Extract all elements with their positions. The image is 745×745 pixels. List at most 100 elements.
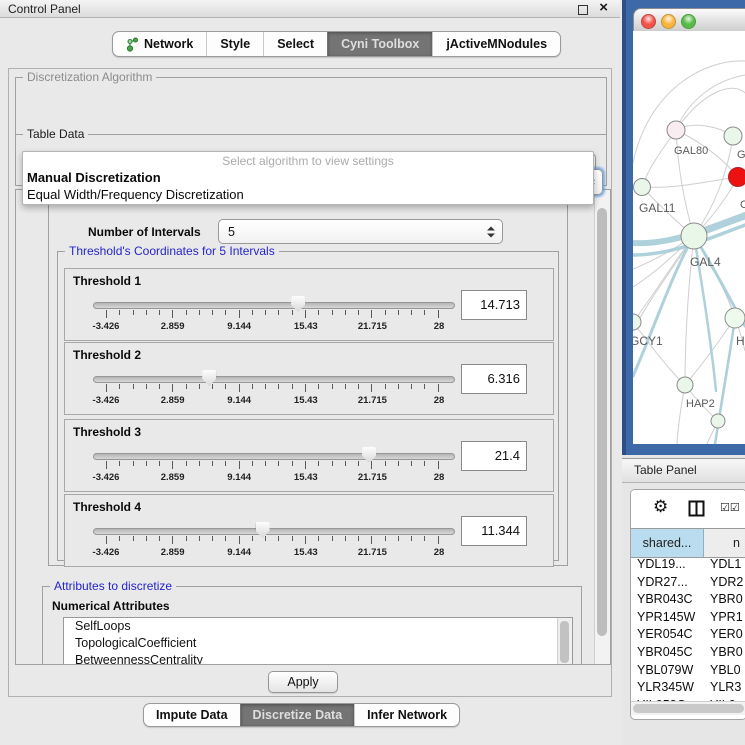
- tab-infer-network[interactable]: Infer Network: [354, 704, 459, 726]
- attribute-item[interactable]: BetweennessCentrality: [64, 652, 572, 665]
- threshold-3-slider[interactable]: -3.4262.8599.14415.4321.71528: [93, 446, 455, 488]
- table-cell-shared-name[interactable]: YBR045C: [637, 644, 693, 662]
- network-node[interactable]: [724, 127, 742, 145]
- tab-jactivemnodules-label: jActiveMNodules: [446, 37, 547, 51]
- checkboxes-icon[interactable]: ☑☑: [720, 501, 740, 514]
- threshold-4-value-field[interactable]: 11.344: [461, 516, 527, 546]
- tab-discretize-data[interactable]: Discretize Data: [240, 704, 355, 726]
- table-cell-shared-name[interactable]: YDL19...: [637, 556, 686, 574]
- network-node[interactable]: [677, 377, 693, 393]
- float-window-icon[interactable]: [578, 5, 588, 15]
- close-icon[interactable]: ×: [599, 0, 608, 17]
- table-scrollbar-thumb[interactable]: [633, 704, 744, 713]
- tab-style[interactable]: Style: [206, 32, 263, 56]
- algorithm-option-manual[interactable]: Manual Discretization: [27, 169, 589, 186]
- algorithm-prompt-option[interactable]: Select algorithm to view settings: [23, 154, 593, 169]
- table-row[interactable]: YPR145W YPR1: [631, 609, 745, 627]
- table-horizontal-scrollbar[interactable]: [631, 701, 745, 715]
- table-cell-shared-name[interactable]: YBL079W: [637, 662, 693, 680]
- tick-label: 9.144: [227, 395, 251, 406]
- table-cell-name[interactable]: YBR0: [710, 644, 743, 662]
- tick-label: -3.426: [93, 472, 120, 483]
- table-cell-shared-name[interactable]: YDR27...: [637, 574, 688, 592]
- threshold-3-value-field[interactable]: 21.4: [461, 441, 527, 471]
- threshold-4-panel: Threshold 4 -3.4262.8599.14415.4321.7152…: [64, 494, 554, 567]
- node-label-gal80: GAL80: [674, 145, 708, 157]
- network-node[interactable]: [725, 308, 745, 328]
- table-cell-name[interactable]: YLR3: [710, 679, 741, 697]
- table-row[interactable]: YBR045C YBR0: [631, 644, 745, 662]
- slider-ticks: [106, 461, 439, 471]
- tab-impute-data[interactable]: Impute Data: [144, 704, 240, 726]
- table-row[interactable]: YLR345W YLR3: [631, 679, 745, 697]
- minimize-traffic-light-icon[interactable]: [661, 14, 676, 29]
- table-cell-shared-name[interactable]: YPR145W: [637, 609, 695, 627]
- tick-label: -3.426: [93, 395, 120, 406]
- network-window-titlebar[interactable]: [633, 8, 745, 33]
- network-node[interactable]: [634, 179, 651, 196]
- thresholds-group-title: Threshold's Coordinates for 5 Intervals: [65, 244, 279, 258]
- tick-label: -3.426: [93, 321, 120, 332]
- threshold-1-slider[interactable]: -3.4262.8599.14415.4321.71528: [93, 295, 455, 337]
- attribute-item[interactable]: TopologicalCoefficient: [64, 635, 572, 652]
- table-row[interactable]: YER054C YER0: [631, 626, 745, 644]
- table-row[interactable]: YDR27... YDR2: [631, 574, 745, 592]
- network-node-selected[interactable]: [729, 168, 745, 187]
- network-canvas[interactable]: GAL80 G C GAL11 GAL4 GCY1 H HAP2: [633, 31, 745, 444]
- tab-cyni-toolbox[interactable]: Cyni Toolbox: [327, 32, 432, 56]
- zoom-traffic-light-icon[interactable]: [681, 14, 696, 29]
- table-header-shared-name[interactable]: shared...: [631, 529, 704, 557]
- number-of-intervals-combobox[interactable]: 5: [218, 219, 503, 244]
- split-columns-icon[interactable]: [688, 500, 705, 517]
- tick-label: 2.859: [161, 472, 185, 483]
- interval-definition-group: Interval Definition Number of Intervals …: [48, 200, 568, 566]
- tab-jactivemnodules[interactable]: jActiveMNodules: [432, 32, 560, 56]
- table-row[interactable]: YBR043C YBR0: [631, 591, 745, 609]
- table-panel-titlebar: Table Panel: [622, 458, 745, 483]
- table-cell-name[interactable]: YDL1: [710, 556, 741, 574]
- app-root: Control Panel × Network Style Select Cyn…: [0, 0, 745, 745]
- number-of-intervals-label: Number of Intervals: [88, 225, 201, 239]
- tick-label: 21.715: [358, 395, 387, 406]
- table-row[interactable]: YDL19... YDL1: [631, 556, 745, 574]
- slider-ticks: [106, 536, 439, 546]
- table-header-name[interactable]: n: [704, 529, 745, 557]
- table-cell-name[interactable]: YER0: [710, 626, 743, 644]
- discretization-algorithm-group-title: Discretization Algorithm: [23, 70, 156, 84]
- network-node[interactable]: [667, 121, 685, 139]
- list-scrollbar-thumb[interactable]: [560, 621, 569, 663]
- threshold-2-slider[interactable]: -3.4262.8599.14415.4321.71528: [93, 369, 455, 411]
- list-scrollbar[interactable]: [557, 618, 572, 665]
- apply-button[interactable]: Apply: [268, 671, 338, 693]
- attribute-item[interactable]: SelfLoops: [64, 618, 572, 635]
- table-cell-shared-name[interactable]: YLR345W: [637, 679, 694, 697]
- threshold-4-slider[interactable]: -3.4262.8599.14415.4321.71528: [93, 521, 455, 563]
- tick-label: 15.43: [294, 395, 318, 406]
- tab-network[interactable]: Network: [113, 32, 206, 56]
- tick-label: 9.144: [227, 321, 251, 332]
- thresholds-group: Threshold's Coordinates for 5 Intervals …: [57, 251, 559, 561]
- table-cell-shared-name[interactable]: YER054C: [637, 626, 693, 644]
- tab-discretize-data-label: Discretize Data: [253, 708, 343, 722]
- threshold-1-value-field[interactable]: 14.713: [461, 290, 527, 320]
- tab-select[interactable]: Select: [263, 32, 327, 56]
- table-toolbar: ⚙ ☑☑: [631, 490, 745, 528]
- network-node[interactable]: [711, 414, 725, 428]
- network-node[interactable]: [681, 223, 707, 249]
- table-cell-name[interactable]: YDR2: [710, 574, 743, 592]
- table-cell-shared-name[interactable]: YBR043C: [637, 591, 693, 609]
- algorithm-option-equal-width[interactable]: Equal Width/Frequency Discretization: [27, 186, 589, 203]
- attributes-group-title: Attributes to discretize: [50, 579, 176, 593]
- table-cell-name[interactable]: YPR1: [710, 609, 743, 627]
- settings-scrollbar-thumb[interactable]: [597, 208, 607, 636]
- settings-scrollbar[interactable]: [594, 190, 610, 664]
- gear-icon[interactable]: ⚙: [653, 497, 668, 517]
- close-traffic-light-icon[interactable]: [641, 14, 656, 29]
- table-cell-name[interactable]: YBR0: [710, 591, 743, 609]
- table-cell-name[interactable]: YBL0: [710, 662, 741, 680]
- tab-cyni-toolbox-label: Cyni Toolbox: [341, 37, 419, 51]
- table-row[interactable]: YBL079W YBL0: [631, 662, 745, 680]
- network-node[interactable]: [633, 314, 641, 330]
- threshold-2-value-field[interactable]: 6.316: [461, 364, 527, 394]
- tick-label: 15.43: [294, 472, 318, 483]
